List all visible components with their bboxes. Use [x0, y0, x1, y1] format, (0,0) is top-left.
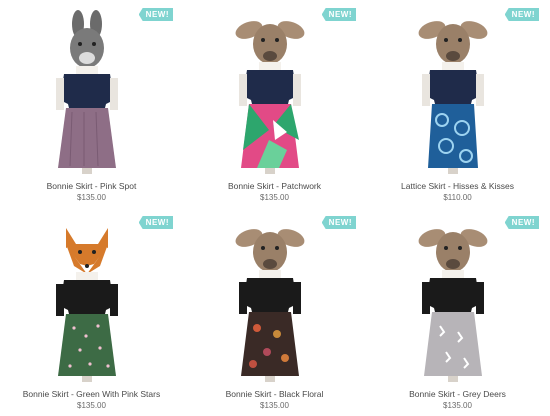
new-badge: NEW!	[138, 216, 173, 229]
product-price: $135.00	[77, 401, 106, 410]
product-card[interactable]: NEW! Bonnie Skirt - Patchwork $135.00	[183, 0, 366, 208]
deer-icon	[418, 21, 488, 64]
product-card[interactable]: NEW! Bonnie Skirt - Grey Deers $135.00	[366, 208, 549, 416]
new-badge: NEW!	[321, 8, 356, 21]
product-name[interactable]: Bonnie Skirt - Black Floral	[183, 389, 366, 399]
deer-icon	[235, 229, 305, 272]
product-name[interactable]: Bonnie Skirt - Pink Spot	[0, 181, 183, 191]
product-price: $135.00	[260, 193, 289, 202]
product-price: $135.00	[260, 401, 289, 410]
deer-icon	[235, 21, 305, 64]
product-name[interactable]: Lattice Skirt - Hisses & Kisses	[366, 181, 549, 191]
product-name[interactable]: Bonnie Skirt - Patchwork	[183, 181, 366, 191]
new-badge: NEW!	[138, 8, 173, 21]
fox-icon	[66, 228, 108, 274]
deer-icon	[418, 229, 488, 272]
new-badge: NEW!	[504, 8, 539, 21]
product-image[interactable]	[0, 208, 183, 386]
product-image[interactable]	[366, 208, 549, 386]
product-name[interactable]: Bonnie Skirt - Grey Deers	[366, 389, 549, 399]
product-name[interactable]: Bonnie Skirt - Green With Pink Stars	[0, 389, 183, 399]
product-price: $135.00	[77, 193, 106, 202]
product-image[interactable]	[366, 0, 549, 178]
new-badge: NEW!	[504, 216, 539, 229]
rabbit-icon	[70, 10, 104, 68]
product-price: $135.00	[443, 401, 472, 410]
product-image[interactable]	[183, 0, 366, 178]
product-price: $110.00	[443, 193, 472, 202]
product-image[interactable]	[183, 208, 366, 386]
product-grid: NEW! Bonnie Skirt - Pink Spot $135.00 NE…	[0, 0, 550, 416]
product-card[interactable]: NEW! Bonnie Skirt - Black Floral $135.00	[183, 208, 366, 416]
product-image[interactable]	[0, 0, 183, 178]
new-badge: NEW!	[321, 216, 356, 229]
product-card[interactable]: NEW! Bonnie Skirt - Pink Spot $135.00	[0, 0, 183, 208]
product-card[interactable]: NEW! Bonnie Skirt - Green With Pink Star…	[0, 208, 183, 416]
product-card[interactable]: NEW! Lattice Skirt - Hisses & Kisses $11…	[366, 0, 549, 208]
